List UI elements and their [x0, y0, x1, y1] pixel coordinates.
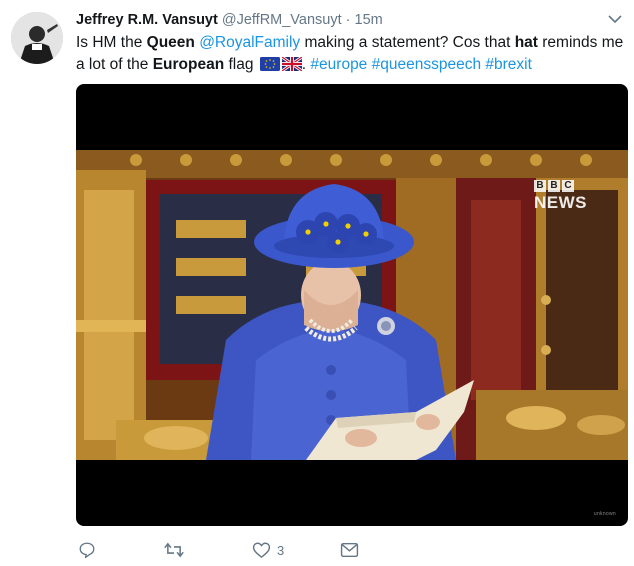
like-button[interactable]: 3 [252, 538, 284, 562]
text-segment-bold: hat [514, 34, 538, 51]
text-segment: a lot of the [76, 56, 153, 73]
tweet-header: Jeffrey R.M. Vansuyt @JeffRM_Vansuyt · 1… [76, 10, 614, 30]
timestamp[interactable]: 15m [355, 12, 383, 28]
bbc-logo-boxes: B B C [534, 180, 587, 192]
retweet-icon [164, 542, 184, 558]
hashtag-link[interactable]: #europe [310, 56, 367, 73]
text-segment-bold: Queen [146, 34, 195, 51]
text-segment: Is HM the [76, 34, 147, 51]
bbc-news-word: NEWS [534, 193, 587, 212]
bbc-news-logo: B B C NEWS [534, 180, 587, 213]
eu-flag-icon [259, 57, 280, 71]
text-segment: flag [224, 56, 258, 73]
username-handle[interactable]: @JeffRM_Vansuyt [222, 12, 342, 28]
reply-button[interactable] [78, 538, 96, 562]
text-segment-bold: European [152, 56, 225, 73]
bbc-logo-letter: C [562, 180, 574, 192]
reply-icon [79, 542, 95, 559]
text-segment: making a statement? Cos that [300, 34, 515, 51]
tweet-text: Is HM the Queen @RoyalFamily making a st… [76, 32, 628, 76]
avatar[interactable] [11, 12, 63, 64]
hashtag-link[interactable]: #brexit [485, 56, 532, 73]
heart-icon [252, 542, 271, 558]
avatar-image [11, 12, 63, 64]
bbc-logo-letter: B [534, 180, 546, 192]
bbc-logo-letter: B [548, 180, 560, 192]
retweet-button[interactable] [164, 538, 184, 562]
video-player[interactable]: B B C NEWS unknown [76, 84, 628, 526]
mention-link[interactable]: @RoyalFamily [199, 34, 300, 51]
separator-dot: · [345, 12, 351, 28]
video-watermark: unknown [593, 511, 616, 517]
display-name[interactable]: Jeffrey R.M. Vansuyt [76, 12, 218, 28]
tweet-text-line-1: Is HM the Queen @RoyalFamily making a st… [76, 32, 628, 54]
hashtag-link[interactable]: #queensspeech [372, 56, 481, 73]
tweet-text-line-2: a lot of the European flag . #europe #qu… [76, 54, 628, 76]
uk-flag-icon [281, 57, 302, 71]
direct-message-button[interactable] [340, 538, 359, 562]
tweet-actions: 3 [76, 538, 476, 562]
chevron-down-icon[interactable] [608, 14, 622, 24]
like-count: 3 [277, 542, 285, 558]
text-segment: reminds me [537, 34, 624, 51]
tweet: Jeffrey R.M. Vansuyt @JeffRM_Vansuyt · 1… [0, 0, 634, 566]
envelope-icon [340, 542, 359, 558]
